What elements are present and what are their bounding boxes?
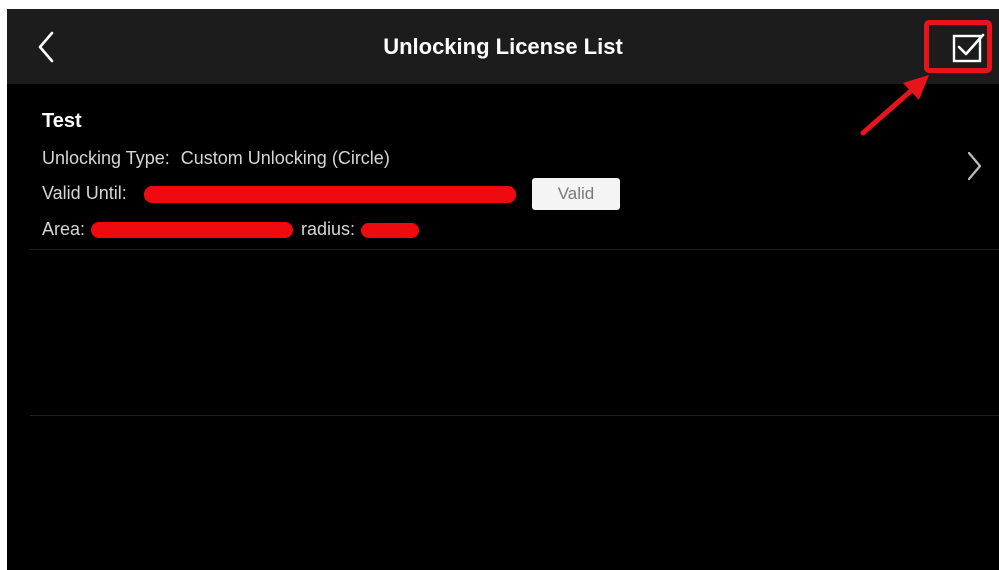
list-divider	[30, 249, 999, 250]
unlocking-type-value: Custom Unlocking (Circle)	[180, 148, 390, 168]
back-button[interactable]	[31, 27, 65, 67]
redaction-mark	[144, 186, 516, 203]
unlocking-type-row: Unlocking Type: Custom Unlocking (Circle…	[42, 148, 390, 169]
license-name: Test	[42, 110, 82, 132]
app-screen: Unlocking License List Test Unlocking Ty…	[7, 9, 999, 570]
radius-label: radius:	[301, 219, 356, 239]
area-row: Area: radius:	[42, 219, 355, 240]
valid-until-label: Valid Until:	[42, 183, 127, 203]
title-bar: Unlocking License List	[7, 9, 999, 84]
unlocking-type-label: Unlocking Type:	[42, 148, 170, 168]
area-label: Area:	[42, 219, 86, 239]
status-badge: Valid	[532, 178, 620, 210]
page-title: Unlocking License List	[383, 34, 623, 59]
checkbox-checked-icon	[952, 33, 985, 63]
list-divider	[30, 415, 999, 416]
chevron-right-icon	[967, 151, 982, 181]
chevron-left-icon	[38, 31, 54, 63]
redaction-mark	[361, 223, 419, 238]
valid-until-row: Valid Until:	[42, 183, 127, 204]
confirm-button[interactable]	[934, 27, 992, 71]
license-list-item[interactable]: Test Unlocking Type: Custom Unlocking (C…	[7, 84, 999, 250]
redaction-mark	[91, 222, 293, 238]
